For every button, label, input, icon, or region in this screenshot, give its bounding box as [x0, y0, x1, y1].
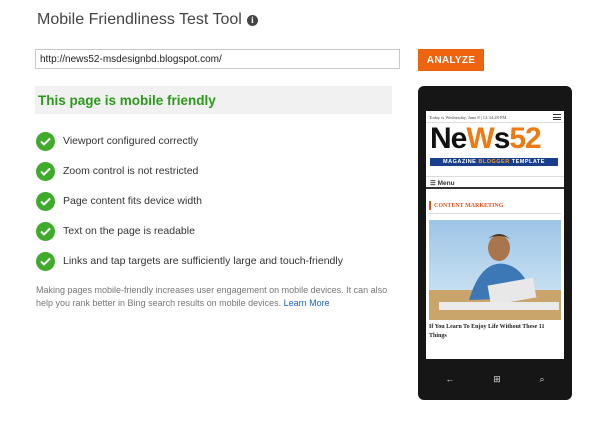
preview-category: CONTENT MARKETING: [429, 201, 503, 210]
page-title-text: Mobile Friendliness Test Tool: [37, 11, 242, 28]
check-label: Text on the page is readable: [63, 225, 195, 237]
preview-navbar: ☰ Menu: [426, 176, 564, 189]
check-circle-icon: [36, 251, 55, 271]
info-icon[interactable]: i: [246, 14, 258, 26]
checks-list: Viewport configured correctly Zoom contr…: [36, 126, 343, 276]
phone-nav-bar: ← ⊞ ⌕: [426, 373, 564, 385]
check-label: Viewport configured correctly: [63, 135, 199, 147]
note-text: Making pages mobile-friendly increases u…: [36, 285, 388, 308]
check-item: Page content fits device width: [36, 186, 343, 216]
divider: [429, 213, 561, 214]
windows-icon: ⊞: [493, 374, 501, 384]
check-circle-icon: [36, 131, 55, 151]
check-label: Zoom control is not restricted: [63, 165, 199, 177]
check-item: Text on the page is readable: [36, 216, 343, 246]
check-label: Links and tap targets are sufficiently l…: [63, 255, 343, 267]
check-circle-icon: [36, 161, 55, 181]
verdict-banner: This page is mobile friendly: [35, 86, 392, 114]
menu-icon: [553, 114, 561, 120]
preview-photo: [429, 220, 561, 320]
back-icon: ←: [445, 374, 455, 384]
url-input[interactable]: [35, 49, 400, 69]
site-logo: NeWs52: [430, 122, 542, 155]
mobile-preview-phone: Today is Wednesday, June 8 | 12:34:28 PM…: [418, 86, 572, 400]
check-item: Links and tap targets are sufficiently l…: [36, 246, 343, 276]
site-tagline: MAGAZINE BLOGGER TEMPLATE: [430, 158, 558, 166]
check-item: Zoom control is not restricted: [36, 156, 343, 186]
check-item: Viewport configured correctly: [36, 126, 343, 156]
preview-headline: If You Learn To Enjoy Life Without These…: [429, 324, 545, 339]
search-icon: ⌕: [539, 374, 545, 384]
check-circle-icon: [36, 191, 55, 211]
learn-more-link[interactable]: Learn More: [284, 298, 330, 308]
check-circle-icon: [36, 221, 55, 241]
preview-date: Today is Wednesday, June 8 | 12:34:28 PM: [429, 115, 507, 120]
page-title: Mobile Friendliness Test Tool i: [37, 11, 258, 29]
check-label: Page content fits device width: [63, 195, 202, 207]
mobile-preview-screen: Today is Wednesday, June 8 | 12:34:28 PM…: [426, 111, 564, 359]
analyze-button[interactable]: ANALYZE: [418, 49, 484, 71]
info-note: Making pages mobile-friendly increases u…: [36, 284, 396, 309]
